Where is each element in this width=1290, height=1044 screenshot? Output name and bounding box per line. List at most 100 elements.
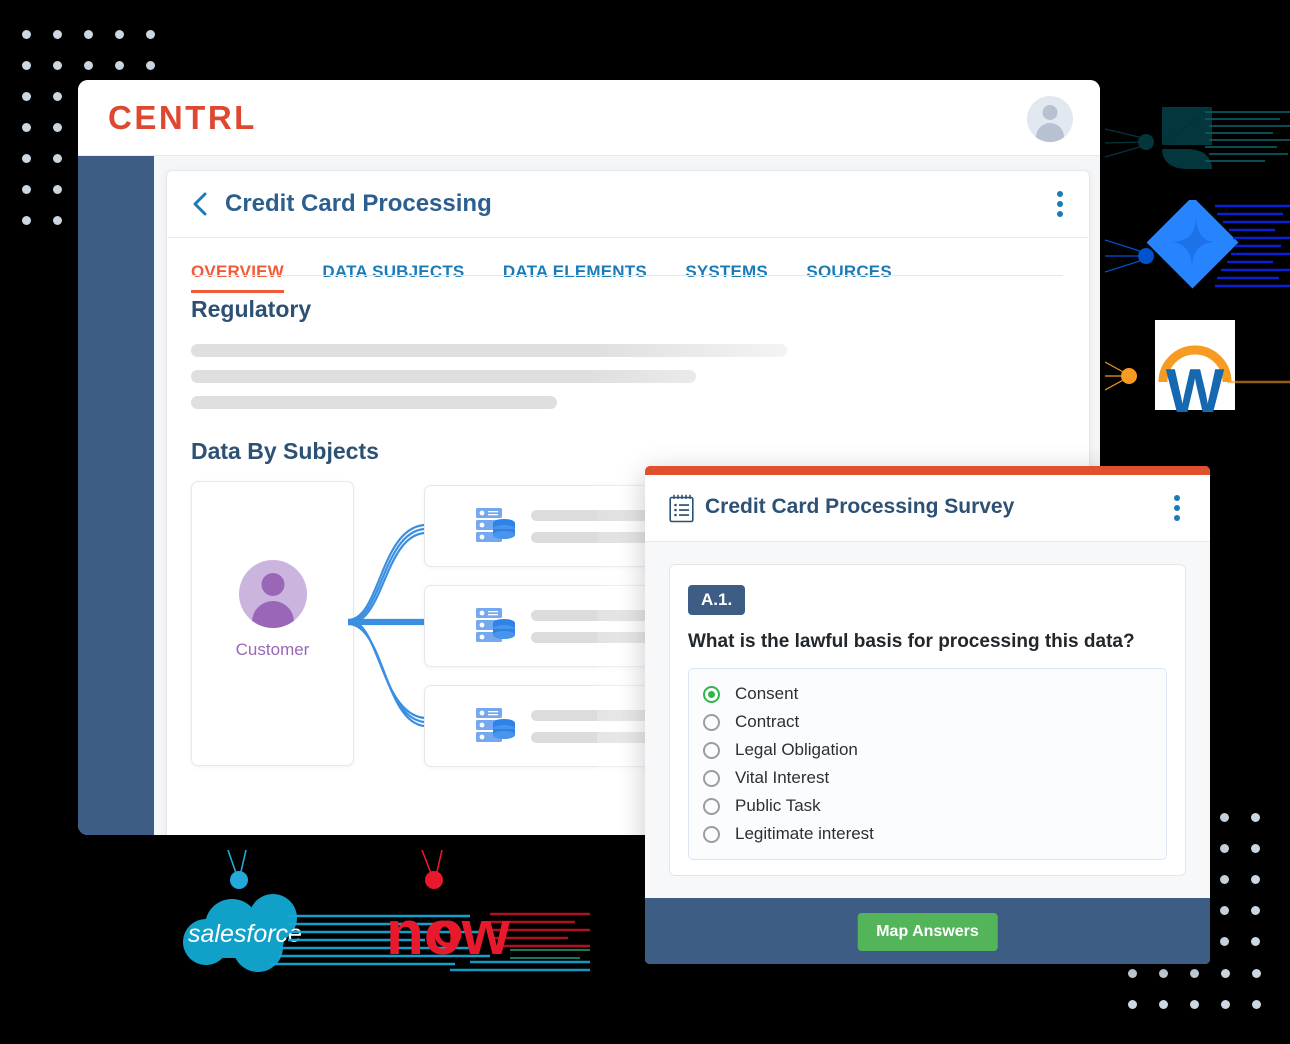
decorative-dot	[1252, 969, 1261, 978]
decorative-dot	[1220, 906, 1229, 915]
svg-text:now: now	[386, 899, 511, 968]
decorative-dot	[53, 92, 62, 101]
option-label: Legal Obligation	[735, 740, 858, 759]
kebab-dot	[1057, 201, 1063, 207]
servicenow-connector-dot	[425, 871, 443, 889]
decorative-dot	[115, 30, 124, 39]
skeleton-line	[191, 370, 696, 383]
option-label: Vital Interest	[735, 768, 830, 787]
card-header: Credit Card Processing	[167, 171, 1089, 238]
page-title: Credit Card Processing	[225, 190, 492, 217]
tab-data-subjects[interactable]: DATA SUBJECTS	[322, 262, 464, 293]
subject-card-customer[interactable]: Customer	[191, 481, 354, 766]
decorative-dot	[1251, 937, 1260, 946]
skeleton-line	[191, 344, 787, 357]
decorative-dot	[22, 185, 31, 194]
decorative-dot	[1252, 1000, 1261, 1009]
decorative-dot	[22, 154, 31, 163]
jira-logo	[1104, 196, 1290, 289]
decorative-dot	[1251, 875, 1260, 884]
tab-data-elements[interactable]: DATA ELEMENTS	[503, 262, 647, 293]
decorative-dot	[1251, 813, 1260, 822]
radio-icon[interactable]	[703, 685, 720, 703]
section-heading-regulatory: Regulatory	[191, 296, 312, 322]
radio-icon[interactable]	[703, 797, 720, 815]
decorative-dot	[53, 123, 62, 132]
integration-zendesk	[1104, 105, 1290, 180]
decorative-dot	[1128, 1000, 1137, 1009]
survey-body: A.1. What is the lawful basis for proces…	[645, 542, 1210, 898]
notepad-icon	[669, 494, 694, 523]
option-legitimate-interest[interactable]: Legitimate interest	[703, 820, 1152, 848]
salesforce-connector-dot	[230, 871, 248, 889]
decorative-dot	[1159, 969, 1168, 978]
option-public-task[interactable]: Public Task	[703, 792, 1152, 820]
tab-bar: OVERVIEW DATA SUBJECTS DATA ELEMENTS SYS…	[191, 262, 1089, 302]
kebab-dot	[1174, 495, 1180, 501]
question-number-badge: A.1.	[688, 585, 746, 615]
user-avatar-icon[interactable]	[1027, 96, 1073, 142]
radio-icon[interactable]	[703, 713, 720, 731]
decorative-dot	[22, 61, 31, 70]
decorative-dot	[1221, 969, 1230, 978]
tab-overview[interactable]: OVERVIEW	[191, 262, 284, 293]
more-vertical-icon[interactable]	[1057, 191, 1063, 217]
decorative-dot	[1128, 969, 1137, 978]
radio-icon[interactable]	[703, 825, 720, 843]
decorative-dot	[1190, 969, 1199, 978]
decorative-dot	[53, 30, 62, 39]
question-card: A.1. What is the lawful basis for proces…	[669, 564, 1186, 876]
integration-workday: W	[1104, 320, 1290, 426]
avatar-body	[251, 601, 294, 628]
survey-header: Credit Card Processing Survey	[645, 475, 1210, 542]
kebab-dot	[1057, 191, 1063, 197]
option-legal-obligation[interactable]: Legal Obligation	[703, 736, 1152, 764]
decorative-dot	[1159, 1000, 1168, 1009]
skeleton-line	[191, 396, 557, 409]
decorative-dot	[1220, 937, 1229, 946]
survey-footer: Map Answers	[645, 898, 1210, 964]
radio-icon[interactable]	[703, 769, 720, 787]
workday-logo: W	[1104, 320, 1290, 426]
map-answers-button[interactable]: Map Answers	[857, 913, 998, 951]
option-label: Contract	[735, 712, 800, 731]
option-vital-interest[interactable]: Vital Interest	[703, 764, 1152, 792]
avatar-head	[261, 573, 284, 596]
integration-bottom-row: salesforce now	[170, 849, 590, 985]
tab-systems[interactable]: SYSTEMS	[685, 262, 768, 293]
decorative-dot	[84, 30, 93, 39]
decorative-dot	[22, 92, 31, 101]
decorative-dot	[1221, 1000, 1230, 1009]
question-text: What is the lawful basis for processing …	[688, 631, 1135, 652]
kebab-dot	[1174, 515, 1180, 521]
decorative-dot	[22, 123, 31, 132]
kebab-dot	[1174, 505, 1180, 511]
survey-panel: Credit Card Processing Survey A.1. What …	[645, 466, 1210, 964]
person-avatar-icon	[238, 560, 307, 628]
chevron-left-icon[interactable]	[192, 191, 208, 217]
app-topbar: CENTRL	[78, 80, 1100, 156]
tab-sources[interactable]: SOURCES	[806, 262, 891, 293]
kebab-dot	[1057, 211, 1063, 217]
svg-text:salesforce: salesforce	[188, 920, 302, 948]
avatar-head	[1042, 105, 1058, 120]
decorative-dot	[53, 216, 62, 225]
radio-icon[interactable]	[703, 741, 720, 759]
avatar-body	[1036, 123, 1064, 142]
decorative-dot	[1251, 906, 1260, 915]
option-consent[interactable]: Consent	[703, 680, 1152, 708]
zendesk-logo	[1104, 107, 1290, 169]
option-contract[interactable]: Contract	[703, 708, 1152, 736]
connector-lines	[347, 523, 425, 728]
option-label: Legitimate interest	[735, 824, 874, 843]
tab-bar-divider	[191, 275, 1063, 276]
decorative-dot	[22, 216, 31, 225]
option-label: Consent	[735, 684, 799, 703]
more-vertical-icon[interactable]	[1174, 495, 1180, 521]
survey-title: Credit Card Processing Survey	[705, 495, 1015, 518]
database-server-icon	[476, 608, 515, 642]
decorative-dot	[22, 30, 31, 39]
decorative-dot	[1251, 844, 1260, 853]
integration-jira	[1104, 196, 1290, 310]
app-sidebar[interactable]	[78, 156, 154, 835]
